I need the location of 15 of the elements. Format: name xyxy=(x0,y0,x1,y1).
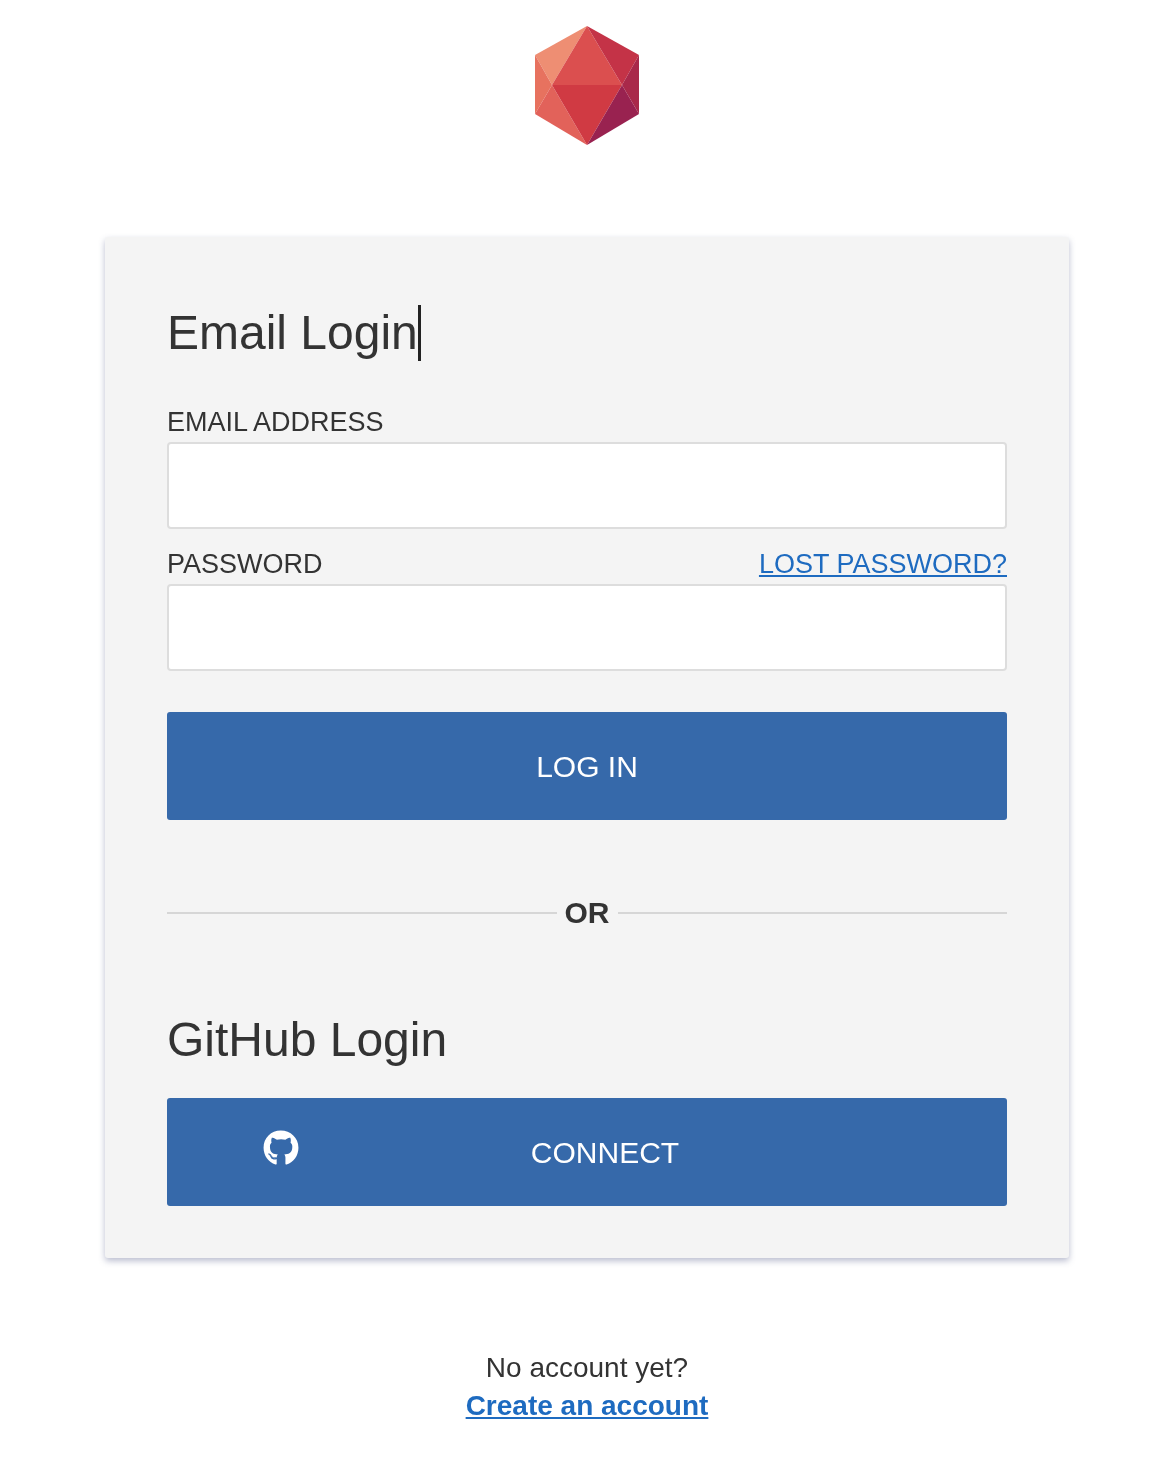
github-login-title: GitHub Login xyxy=(167,1012,449,1068)
github-icon xyxy=(263,1130,299,1166)
login-button[interactable]: LOG IN xyxy=(167,712,1007,820)
password-field[interactable] xyxy=(167,584,1007,671)
no-account-text: No account yet? xyxy=(485,1351,689,1385)
email-field[interactable] xyxy=(167,442,1007,529)
create-account-link[interactable]: Create an account xyxy=(465,1388,709,1424)
email-login-title: Email Login xyxy=(167,305,418,361)
email-label: EMAIL ADDRESS xyxy=(167,407,385,437)
lost-password-link[interactable]: LOST PASSWORD? xyxy=(758,549,1007,579)
or-divider-label: OR xyxy=(564,896,610,930)
connect-button[interactable]: CONNECT xyxy=(167,1098,1007,1206)
logo-icon xyxy=(535,26,639,145)
text-cursor xyxy=(417,305,421,361)
password-label: PASSWORD xyxy=(167,549,323,579)
